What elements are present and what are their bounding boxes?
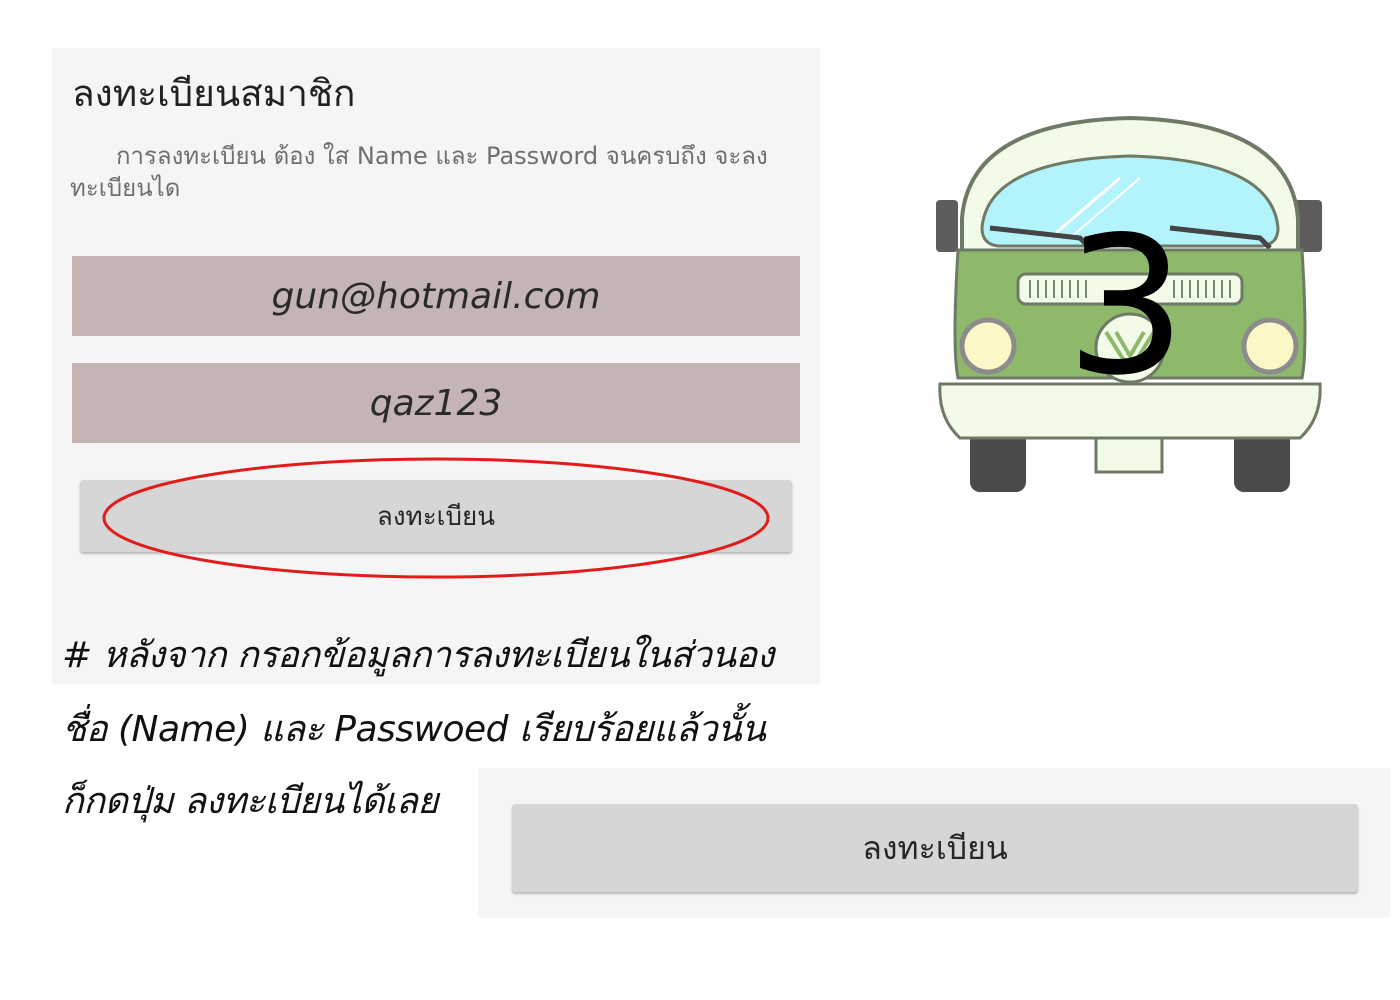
form-description: การลงทะเบียน ต้อง ใส Name และ Password จ… <box>70 142 768 202</box>
instruction-line-1: # หลังจาก กรอกข้อมูลการลงทะเบียนในส่วนอง <box>62 635 774 676</box>
van-icon: 3 <box>936 115 1322 492</box>
registration-screen: ลงทะเบียนสมาชิก การลงทะเบียน ต้อง ใส Nam… <box>52 48 820 684</box>
password-field[interactable] <box>72 363 800 443</box>
page-title: ลงทะเบียนสมาชิก <box>72 72 356 115</box>
step-number: 3 <box>1066 196 1187 417</box>
email-field[interactable] <box>72 256 800 336</box>
instruction-line-3: ก็กดปุ่ม ลงทะเบียนได้เลย <box>62 781 439 822</box>
instruction-line-2: ชื่อ (Name) และ Passwoed เรียบร้อยแล้วนั… <box>62 709 766 750</box>
register-button-zoomed[interactable]: ลงทะเบียน <box>512 804 1358 892</box>
zoomed-button-panel: ลงทะเบียน <box>478 768 1390 918</box>
register-button[interactable]: ลงทะเบียน <box>80 480 792 552</box>
